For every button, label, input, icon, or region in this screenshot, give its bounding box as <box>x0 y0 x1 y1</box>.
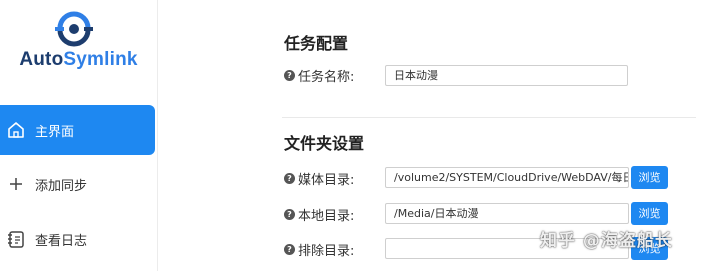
brand-part-symlink: Symlink <box>63 49 138 70</box>
nav-item-home[interactable]: 主界面 <box>0 105 155 155</box>
folder-settings-title: 文件夹设置 <box>284 134 365 153</box>
media-dir-label: ? 媒体目录: <box>284 169 354 188</box>
task-name-label-text: 任务名称: <box>298 70 355 85</box>
help-icon[interactable]: ? <box>284 70 295 81</box>
autosymlink-logo-icon <box>55 11 93 47</box>
nav-item-label: 主界面 <box>35 124 75 140</box>
local-dir-label-text: 本地目录: <box>298 209 355 224</box>
nav-item-label: 查看日志 <box>35 233 88 249</box>
local-dir-browse-button[interactable]: 浏览 <box>631 202 668 225</box>
section-divider <box>282 117 696 118</box>
exclude-dir-browse-button[interactable]: 浏览 <box>631 237 668 260</box>
exclude-dir-label: ? 排除目录: <box>284 240 354 259</box>
plus-icon <box>10 178 22 190</box>
task-name-field[interactable]: 日本动漫 <box>385 65 628 86</box>
local-dir-label: ? 本地目录: <box>284 205 354 224</box>
help-icon[interactable]: ? <box>284 209 295 220</box>
local-dir-field[interactable]: /Media/日本动漫 <box>385 203 629 224</box>
help-icon[interactable]: ? <box>284 173 295 184</box>
nav-item-label: 添加同步 <box>35 178 88 194</box>
media-dir-browse-button[interactable]: 浏览 <box>631 166 668 189</box>
sidebar: AutoSymlink 主界面 添加同步 查看日志 <box>0 0 158 271</box>
log-icon <box>8 231 24 248</box>
exclude-dir-field[interactable] <box>385 238 629 259</box>
help-icon[interactable]: ? <box>284 244 295 255</box>
exclude-dir-label-text: 排除目录: <box>298 244 355 259</box>
media-dir-label-text: 媒体目录: <box>298 173 355 188</box>
task-name-label: ? 任务名称: <box>284 66 354 85</box>
task-config-title: 任务配置 <box>284 34 349 53</box>
home-icon <box>8 122 24 138</box>
nav-item-add-sync[interactable]: 添加同步 <box>0 159 155 209</box>
nav-item-logs[interactable]: 查看日志 <box>0 214 155 264</box>
media-dir-field[interactable]: /volume2/SYSTEM/CloudDrive/WebDAV/每日更新 <box>385 167 629 188</box>
brand-part-auto: Auto <box>19 49 64 70</box>
brand-name: AutoSymlink <box>0 49 157 71</box>
